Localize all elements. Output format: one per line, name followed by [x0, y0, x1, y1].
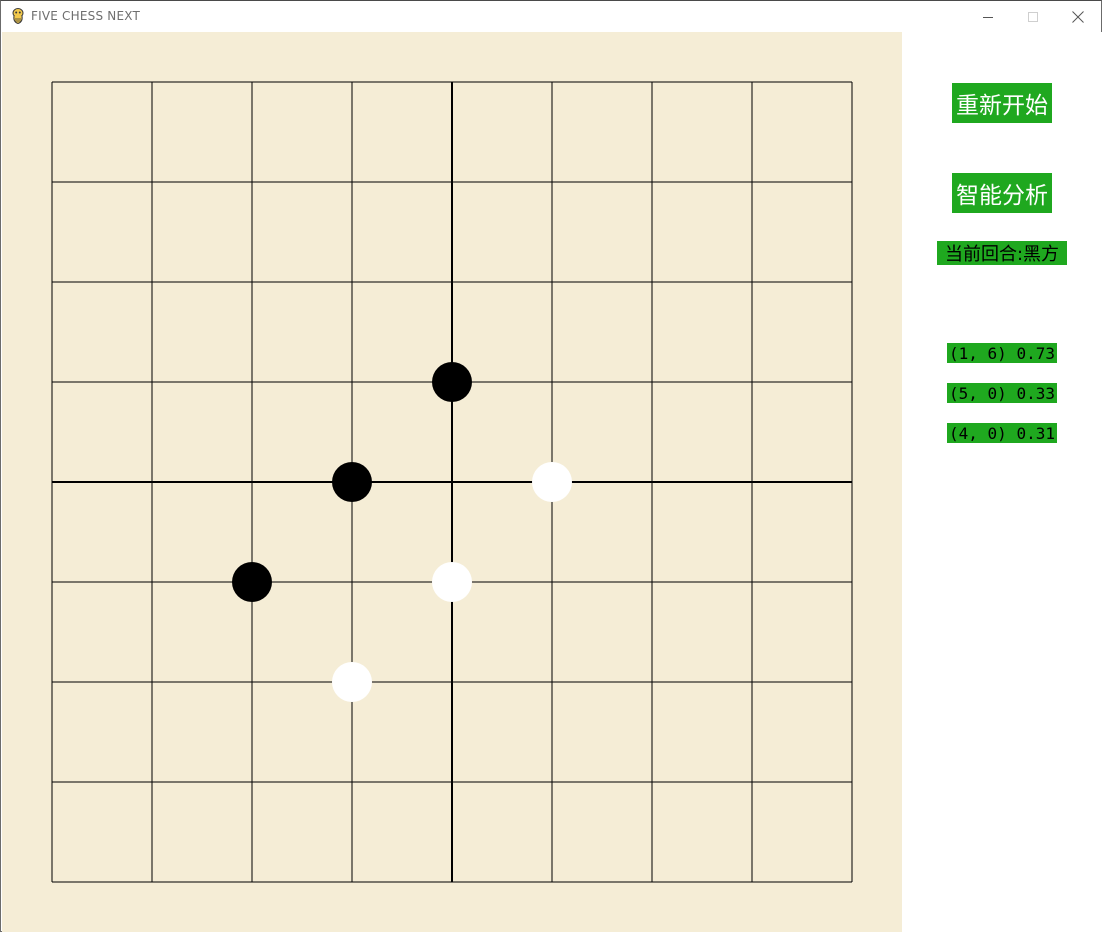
- white-stone: [432, 562, 472, 602]
- black-stone: [432, 362, 472, 402]
- white-stone: [532, 462, 572, 502]
- pygame-snake-icon: [12, 8, 24, 25]
- close-icon: [1072, 10, 1084, 23]
- title-bar[interactable]: FIVE CHESS NEXT: [1, 1, 1101, 32]
- minimize-button[interactable]: [965, 1, 1011, 32]
- suggestion-item: (4, 0) 0.31: [947, 423, 1057, 443]
- app-window: FIVE CHESS NEXT 重新开始 智能分析 当前回合:黑方 (1, 6)…: [0, 0, 1102, 932]
- suggestion-item: (5, 0) 0.33: [947, 383, 1057, 403]
- current-turn-label: 当前回合:黑方: [937, 241, 1067, 265]
- white-stone: [332, 662, 372, 702]
- side-panel: 重新开始 智能分析 当前回合:黑方 (1, 6) 0.73 (5, 0) 0.3…: [902, 32, 1102, 932]
- board-canvas[interactable]: [2, 32, 902, 932]
- close-button[interactable]: [1055, 1, 1101, 32]
- game-board[interactable]: [2, 32, 902, 932]
- window-title: FIVE CHESS NEXT: [31, 9, 140, 23]
- minimize-icon: [983, 16, 993, 18]
- restart-button[interactable]: 重新开始: [952, 83, 1052, 123]
- black-stone: [332, 462, 372, 502]
- suggestion-item: (1, 6) 0.73: [947, 343, 1057, 363]
- maximize-icon: [1028, 11, 1038, 22]
- black-stone: [232, 562, 272, 602]
- maximize-button[interactable]: [1010, 1, 1056, 32]
- analyze-button[interactable]: 智能分析: [952, 173, 1052, 213]
